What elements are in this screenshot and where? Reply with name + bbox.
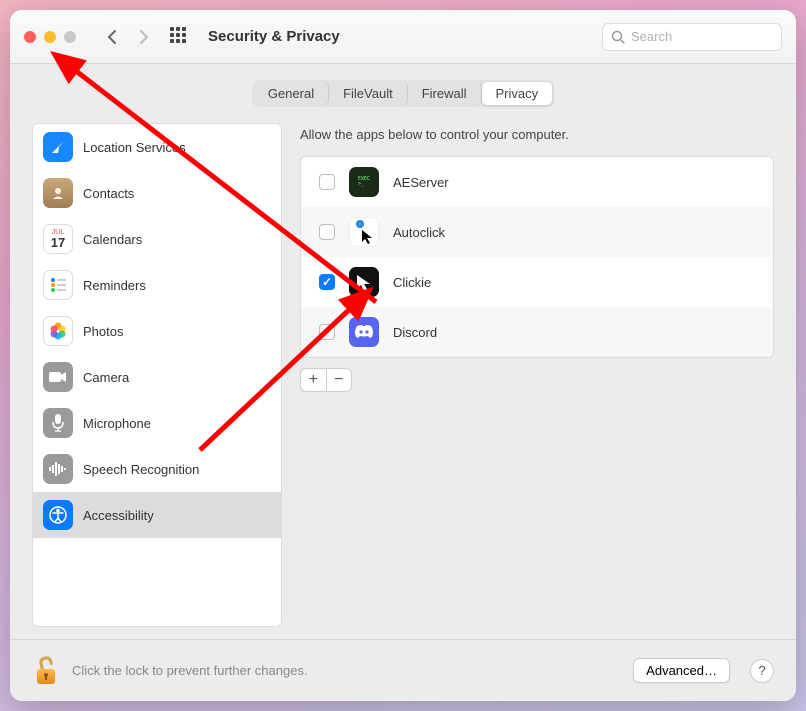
app-list[interactable]: EXEC>_ AEServer Autoclick	[300, 156, 774, 358]
sidebar-item-label: Contacts	[83, 186, 134, 201]
sidebar-item-calendars[interactable]: JUL17 Calendars	[33, 216, 281, 262]
sidebar-item-contacts[interactable]: Contacts	[33, 170, 281, 216]
sidebar-item-label: Calendars	[83, 232, 142, 247]
privacy-category-list[interactable]: Location Services Contacts JUL17 Calenda…	[32, 123, 282, 627]
sidebar-item-photos[interactable]: Photos	[33, 308, 281, 354]
tab-privacy[interactable]: Privacy	[482, 82, 553, 105]
window-title: Security & Privacy	[208, 28, 340, 45]
tab-firewall[interactable]: Firewall	[408, 82, 482, 105]
sidebar-item-label: Microphone	[83, 416, 151, 431]
microphone-icon	[43, 408, 73, 438]
add-remove-control: + −	[300, 368, 352, 392]
search-field[interactable]	[602, 23, 782, 51]
sidebar-item-microphone[interactable]: Microphone	[33, 400, 281, 446]
checkbox[interactable]	[319, 274, 335, 290]
sidebar-item-label: Accessibility	[83, 508, 154, 523]
detail-heading: Allow the apps below to control your com…	[300, 127, 774, 142]
back-button[interactable]	[100, 25, 124, 49]
forward-button[interactable]	[132, 25, 156, 49]
app-row-aeserver[interactable]: EXEC>_ AEServer	[301, 157, 773, 207]
tab-bar-container: General FileVault Firewall Privacy	[32, 80, 774, 107]
calendar-icon: JUL17	[43, 224, 73, 254]
footer: Click the lock to prevent further change…	[10, 639, 796, 701]
tab-bar: General FileVault Firewall Privacy	[252, 80, 554, 107]
preferences-window: Security & Privacy General FileVault Fir…	[10, 10, 796, 701]
app-icon	[349, 267, 379, 297]
checkbox[interactable]	[319, 324, 335, 340]
remove-app-button[interactable]: −	[327, 369, 352, 391]
zoom-window-button[interactable]	[64, 31, 76, 43]
app-row-discord[interactable]: Discord	[301, 307, 773, 357]
app-name: AEServer	[393, 175, 449, 190]
search-icon	[611, 30, 625, 44]
app-name: Discord	[393, 325, 437, 340]
camera-icon	[43, 362, 73, 392]
sidebar-item-camera[interactable]: Camera	[33, 354, 281, 400]
help-button[interactable]: ?	[750, 659, 774, 683]
lock-text: Click the lock to prevent further change…	[72, 663, 621, 678]
traffic-lights	[24, 31, 76, 43]
minimize-window-button[interactable]	[44, 31, 56, 43]
advanced-button[interactable]: Advanced…	[633, 658, 730, 683]
chevron-right-icon	[139, 29, 149, 45]
location-icon	[43, 132, 73, 162]
accessibility-icon	[43, 500, 73, 530]
app-icon	[349, 217, 379, 247]
sidebar-item-location[interactable]: Location Services	[33, 124, 281, 170]
app-row-autoclick[interactable]: Autoclick	[301, 207, 773, 257]
contacts-icon	[43, 178, 73, 208]
checkbox[interactable]	[319, 174, 335, 190]
tab-filevault[interactable]: FileVault	[329, 82, 408, 105]
sidebar-item-label: Reminders	[83, 278, 146, 293]
app-row-clickie[interactable]: Clickie	[301, 257, 773, 307]
tab-general[interactable]: General	[254, 82, 329, 105]
photos-icon	[43, 316, 73, 346]
show-all-button[interactable]	[170, 27, 190, 47]
app-name: Clickie	[393, 275, 431, 290]
add-app-button[interactable]: +	[301, 369, 327, 391]
sidebar-item-label: Location Services	[83, 140, 186, 155]
reminders-icon	[43, 270, 73, 300]
search-input[interactable]	[631, 29, 773, 44]
content-area: General FileVault Firewall Privacy Locat…	[10, 64, 796, 639]
sidebar-item-speech[interactable]: Speech Recognition	[33, 446, 281, 492]
sidebar-item-reminders[interactable]: Reminders	[33, 262, 281, 308]
titlebar: Security & Privacy	[10, 10, 796, 64]
main-panel: Location Services Contacts JUL17 Calenda…	[32, 123, 774, 627]
checkbox[interactable]	[319, 224, 335, 240]
close-window-button[interactable]	[24, 31, 36, 43]
app-icon	[349, 317, 379, 347]
speech-icon	[43, 454, 73, 484]
lock-icon[interactable]	[32, 655, 60, 687]
sidebar-item-accessibility[interactable]: Accessibility	[33, 492, 281, 538]
sidebar-item-label: Photos	[83, 324, 123, 339]
chevron-left-icon	[107, 29, 117, 45]
sidebar-item-label: Speech Recognition	[83, 462, 199, 477]
sidebar-item-label: Camera	[83, 370, 129, 385]
app-name: Autoclick	[393, 225, 445, 240]
app-icon: EXEC>_	[349, 167, 379, 197]
detail-pane: Allow the apps below to control your com…	[300, 123, 774, 627]
